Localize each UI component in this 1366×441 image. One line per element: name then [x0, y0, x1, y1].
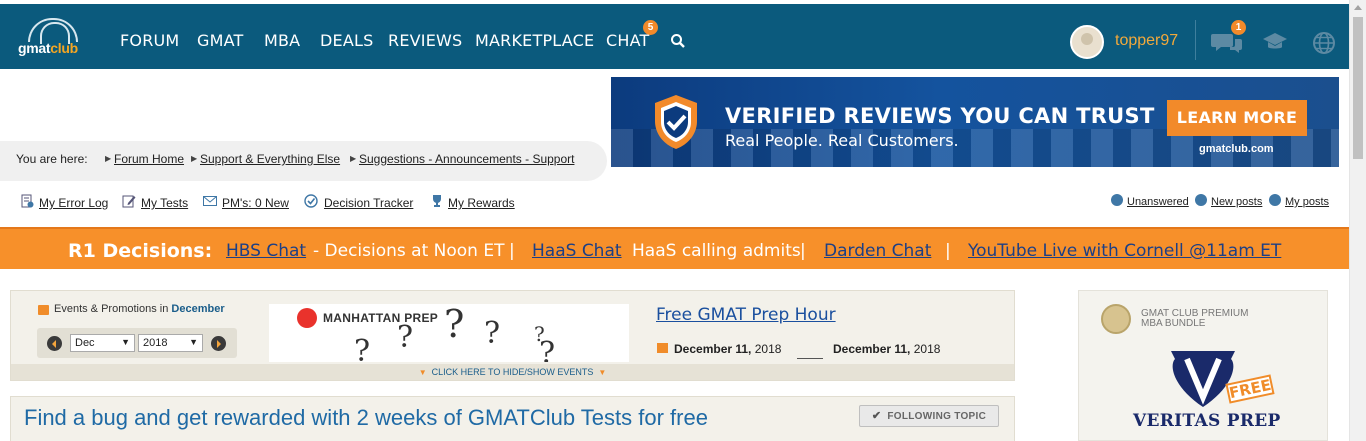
haas-chat-link[interactable]: HaaS Chat: [532, 241, 622, 261]
hbs-chat-link[interactable]: HBS Chat: [226, 241, 306, 261]
date-range-arrow: [797, 358, 823, 359]
r1-decisions-bar: R1 Decisions: HBS Chat - Decisions at No…: [0, 227, 1349, 269]
topic-header: Find a bug and get rewarded with 2 weeks…: [10, 396, 1015, 441]
banner-subline: Real People. Real Customers.: [725, 131, 959, 150]
private-messages-link[interactable]: PM's: 0 New: [222, 196, 289, 210]
banner-site-label: gmatclub.com: [1199, 143, 1274, 155]
breadcrumb-support[interactable]: Support & Everything Else: [200, 152, 340, 166]
graduation-cap-icon[interactable]: [1262, 31, 1288, 53]
unanswered-link[interactable]: Unanswered: [1127, 196, 1189, 208]
manhattan-prep-logo: [297, 308, 317, 328]
nav-gmat[interactable]: GMAT: [197, 31, 243, 50]
toggle-events-label[interactable]: CLICK HERE TO HIDE/SHOW EVENTS: [432, 367, 594, 377]
prev-month-button[interactable]: [47, 336, 62, 351]
premium-bundle-label: GMAT CLUB PREMIUM MBA BUNDLE: [1141, 308, 1249, 329]
manhattan-prep-promo-image[interactable]: MANHATTAN PREP ? ? ? ? ? ?: [269, 304, 629, 362]
breadcrumb-forum-home[interactable]: Forum Home: [114, 152, 184, 166]
question-mark-icon: ?: [484, 316, 501, 351]
event-end-date: December 11, 2018: [833, 342, 941, 356]
nav-reviews[interactable]: REVIEWS: [388, 31, 462, 50]
scroll-thumb[interactable]: [1353, 17, 1363, 159]
nav-divider: [1195, 20, 1196, 60]
month-select[interactable]: Dec ▼: [70, 334, 135, 352]
username-link[interactable]: topper97: [1115, 32, 1178, 50]
youtube-live-link[interactable]: YouTube Live with Cornell @11am ET: [968, 241, 1281, 261]
event-start-date: December 11, 2018: [674, 342, 782, 356]
events-title: Events & Promotions in December: [54, 303, 225, 315]
event-title-link[interactable]: Free GMAT Prep Hour: [656, 305, 836, 325]
calendar-icon: [38, 305, 49, 315]
nav-marketplace[interactable]: MARKETPLACE: [475, 31, 594, 50]
year-select[interactable]: 2018 ▼: [138, 334, 203, 352]
my-error-log-link[interactable]: My Error Log: [39, 196, 108, 210]
globe-icon[interactable]: [1312, 31, 1336, 55]
new-posts-link[interactable]: New posts: [1211, 196, 1262, 208]
search-icon[interactable]: [670, 33, 686, 49]
breadcrumb: You are here: ▶ Forum Home ▶ Support & E…: [0, 141, 607, 181]
breadcrumb-arrow-icon: ▶: [105, 154, 112, 163]
separator: |: [509, 241, 515, 261]
question-mark-icon: ?: [354, 334, 371, 362]
question-mark-icon: ?: [539, 336, 556, 362]
promo-brand: MANHATTAN PREP: [323, 311, 439, 325]
user-avatar[interactable]: [1070, 25, 1104, 59]
my-posts-icon: [1269, 194, 1281, 206]
verified-reviews-banner[interactable]: VERIFIED REVIEWS YOU CAN TRUST Real Peop…: [611, 77, 1339, 167]
month-navigator: Dec ▼ 2018 ▼: [37, 328, 237, 358]
my-rewards-link[interactable]: My Rewards: [448, 196, 515, 210]
separator: |: [945, 241, 951, 261]
logo-globe-icon: [28, 18, 78, 44]
top-navigation-bar: gmatclub FORUM GMAT MBA DEALS REVIEWS MA…: [0, 4, 1349, 69]
breadcrumb-arrow-icon: ▶: [350, 154, 357, 163]
tests-icon: [122, 195, 136, 208]
logo-wordmark: gmatclub: [18, 40, 78, 56]
nav-deals[interactable]: DEALS: [320, 31, 373, 50]
nav-mba[interactable]: MBA: [264, 31, 300, 50]
my-posts-link[interactable]: My posts: [1285, 196, 1329, 208]
toggle-events-bar[interactable]: ▼ CLICK HERE TO HIDE/SHOW EVENTS ▼: [11, 364, 1014, 380]
banner-headline: VERIFIED REVIEWS YOU CAN TRUST: [725, 104, 1155, 128]
chat-count-badge: 5: [643, 20, 658, 35]
veritas-prep-side-ad[interactable]: GMAT CLUB PREMIUM MBA BUNDLE FREE VERITAS…: [1078, 290, 1328, 441]
breadcrumb-suggestions[interactable]: Suggestions - Announcements - Support: [359, 152, 574, 166]
premium-seal-icon: [1101, 304, 1131, 334]
veritas-prep-brand: VERITAS PREP: [1133, 411, 1281, 431]
following-topic-button[interactable]: ✔ FOLLOWING TOPIC: [859, 405, 999, 427]
darden-chat-link[interactable]: Darden Chat: [824, 241, 931, 261]
breadcrumb-prefix: You are here:: [16, 152, 88, 166]
nav-chat[interactable]: CHAT: [606, 31, 649, 50]
scroll-up-arrow-icon[interactable]: [1354, 5, 1362, 10]
events-promotions-panel: Events & Promotions in December Dec ▼ 201…: [10, 290, 1015, 381]
separator: |: [800, 241, 806, 261]
trophy-icon: [433, 195, 441, 207]
checkmark-icon: ✔: [871, 410, 882, 422]
gmatclub-logo[interactable]: gmatclub: [16, 18, 96, 56]
page-scrollbar[interactable]: [1349, 0, 1366, 441]
decision-tracker-icon: [304, 194, 318, 208]
start-date-calendar-icon: [657, 343, 668, 353]
haas-note: HaaS calling admits: [632, 241, 801, 261]
my-tests-link[interactable]: My Tests: [141, 196, 188, 210]
messages-count-badge: 1: [1231, 20, 1246, 35]
unanswered-icon: [1111, 194, 1123, 206]
question-mark-icon: ?: [397, 320, 414, 355]
hbs-note: - Decisions at Noon ET: [313, 241, 505, 261]
learn-more-button[interactable]: LEARN MORE: [1167, 100, 1307, 136]
breadcrumb-arrow-icon: ▶: [191, 154, 198, 163]
next-month-button[interactable]: [211, 336, 226, 351]
question-mark-icon: ?: [444, 304, 465, 346]
error-log-icon: [21, 194, 34, 208]
topic-title: Find a bug and get rewarded with 2 weeks…: [24, 405, 708, 430]
decision-tracker-link[interactable]: Decision Tracker: [324, 196, 413, 210]
decisions-label: R1 Decisions:: [68, 240, 213, 262]
nav-forum[interactable]: FORUM: [120, 31, 179, 50]
shield-check-icon: [655, 95, 697, 149]
envelope-icon: [203, 196, 217, 206]
new-posts-icon: [1195, 194, 1207, 206]
